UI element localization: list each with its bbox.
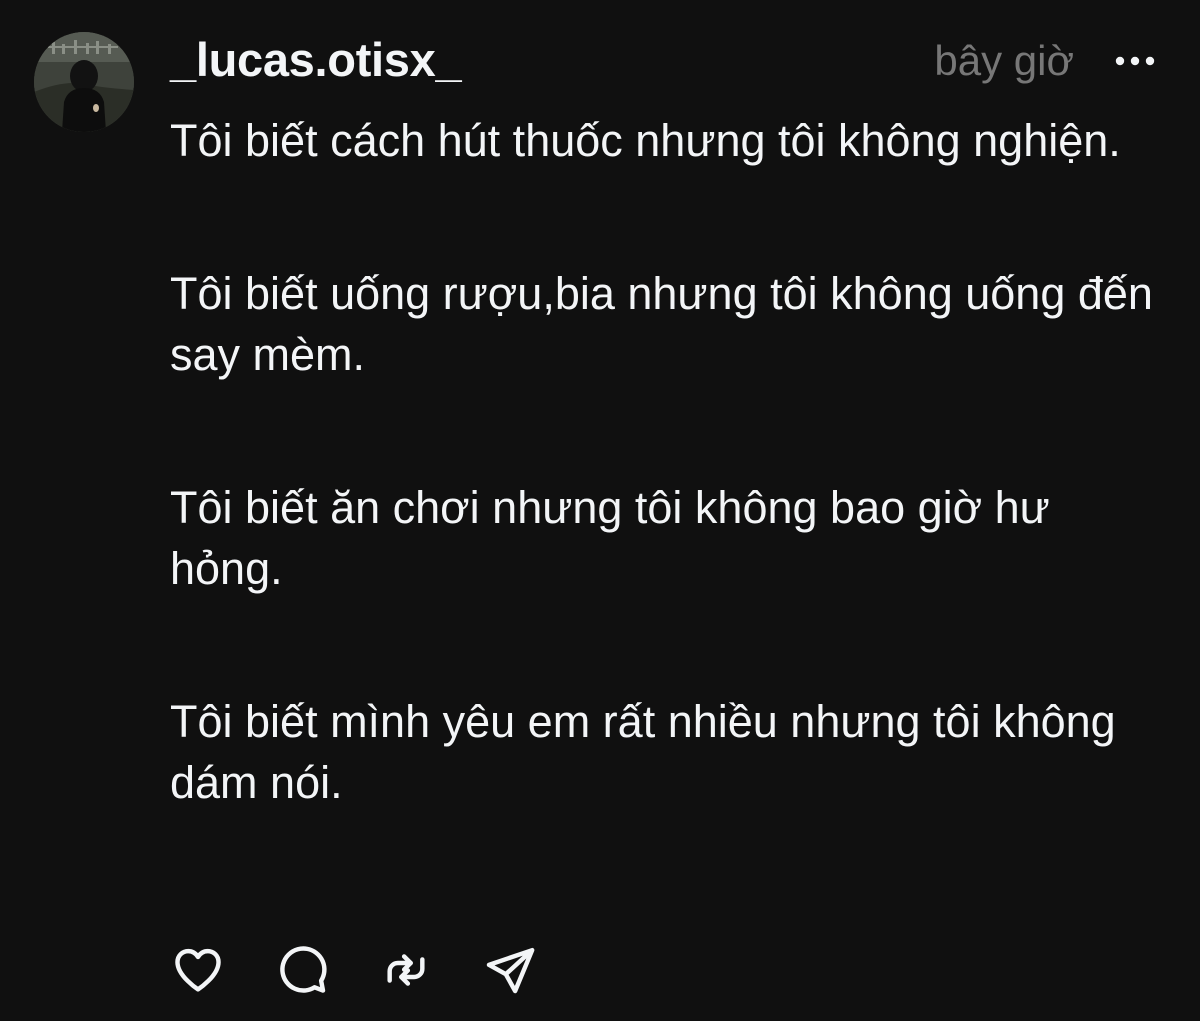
more-horizontal-icon [1115, 56, 1155, 66]
send-icon [486, 947, 535, 994]
post-timestamp: bây giờ [934, 37, 1074, 84]
avatar-image [34, 32, 134, 132]
avatar[interactable] [34, 32, 134, 132]
more-options-button[interactable] [1112, 46, 1158, 76]
comment-icon [280, 946, 327, 993]
like-button[interactable] [168, 940, 228, 1000]
post-paragraph: Tôi biết cách hút thuốc nhưng tôi không … [170, 115, 1121, 166]
reply-button[interactable] [272, 940, 332, 1000]
share-button[interactable] [480, 940, 540, 1000]
post-paragraph: Tôi biết ăn chơi nhưng tôi không bao giờ… [170, 482, 1050, 594]
username[interactable]: _lucas.otisx_ [170, 28, 462, 92]
thread-post: _lucas.otisx_ bây giờ Tôi biết cách hút … [0, 0, 1200, 1021]
heart-icon [175, 948, 221, 992]
post-paragraph: Tôi biết uống rượu,bia nhưng tôi không u… [170, 268, 1153, 380]
post-paragraph: Tôi biết mình yêu em rất nhiều nhưng tôi… [170, 696, 1116, 808]
repost-icon [387, 954, 425, 986]
post-actions [168, 940, 540, 1000]
post-body: Tôi biết cách hút thuốc nhưng tôi không … [170, 110, 1170, 813]
repost-button[interactable] [376, 940, 436, 1000]
